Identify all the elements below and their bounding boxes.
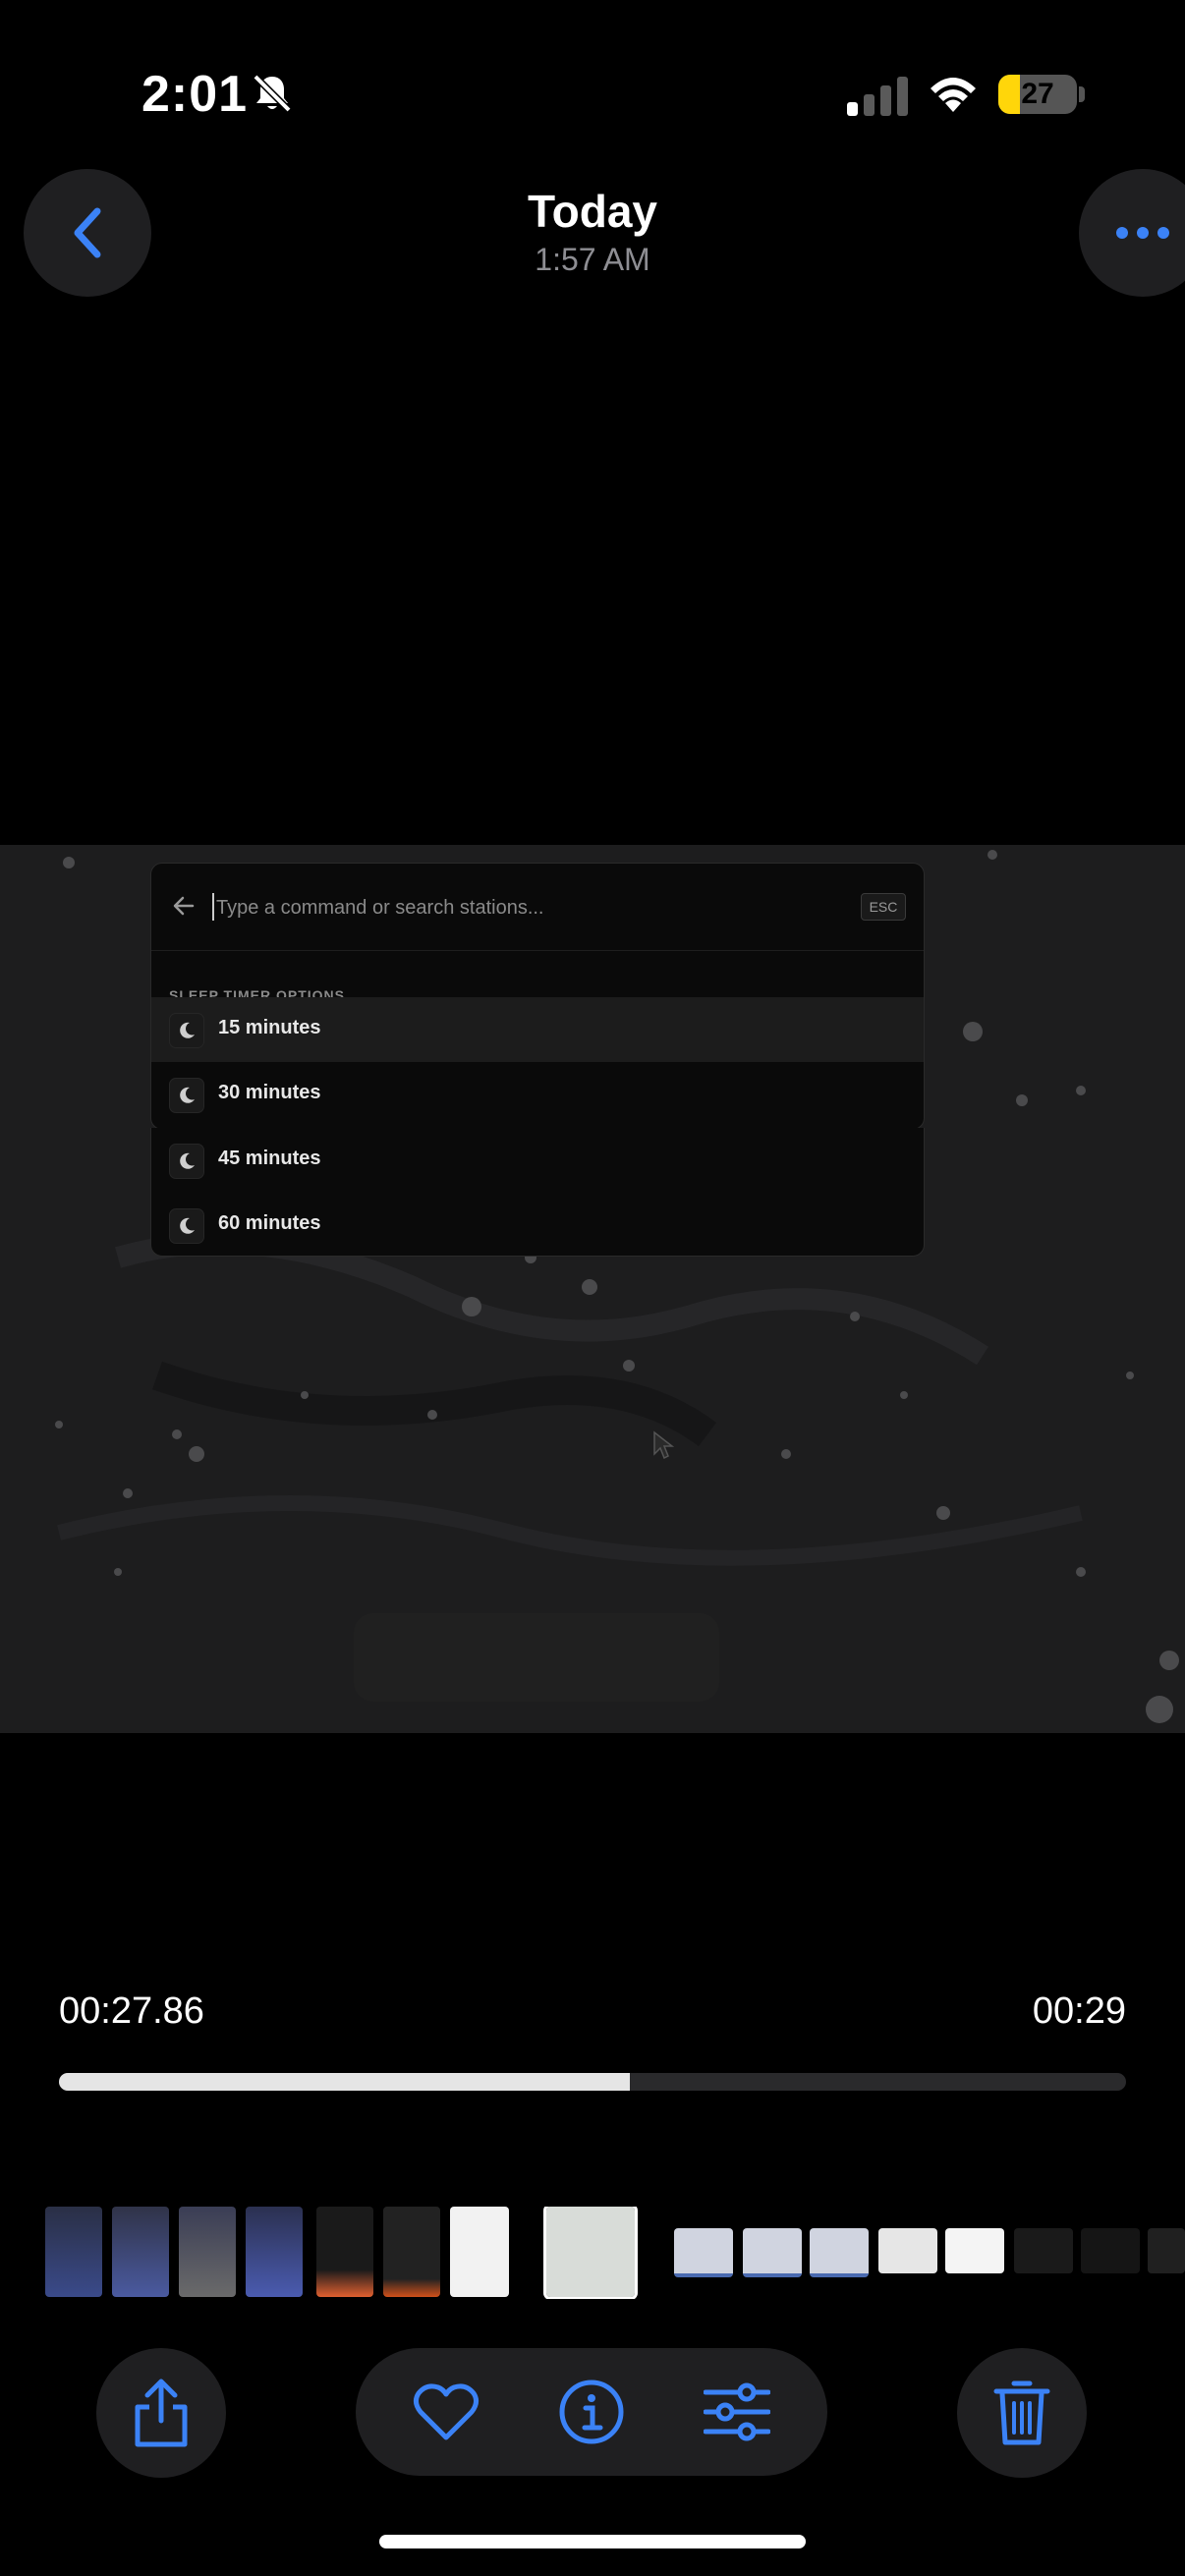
delete-button[interactable] <box>957 2348 1087 2478</box>
thumbnail[interactable] <box>112 2207 169 2297</box>
thumbnail[interactable] <box>450 2207 509 2297</box>
thumbnail[interactable] <box>945 2228 1004 2273</box>
ellipsis-icon <box>1116 227 1169 239</box>
share-icon <box>135 2379 188 2447</box>
sliders-icon <box>704 2382 770 2441</box>
trash-icon <box>993 2380 1050 2445</box>
battery-level: 27 <box>1021 78 1054 110</box>
scrubber-progress <box>59 2073 630 2091</box>
sleep-timer-option-60[interactable]: 60 minutes <box>151 1193 924 1256</box>
duration-time: 00:29 <box>1032 1990 1126 2032</box>
battery-cap <box>1079 86 1085 102</box>
thumbnail[interactable] <box>179 2207 236 2297</box>
page-title: Today <box>527 186 658 237</box>
sleep-timer-option-45[interactable]: 45 minutes <box>151 1128 924 1193</box>
thumbnail[interactable] <box>674 2228 733 2277</box>
elapsed-time: 00:27.86 <box>59 1990 204 2032</box>
esc-key-badge: ESC <box>861 893 906 921</box>
bell-slash-icon <box>250 71 295 116</box>
option-label: 15 minutes <box>218 1017 321 1038</box>
video-scrubber[interactable] <box>59 2073 1126 2091</box>
heart-icon <box>413 2383 480 2440</box>
option-label: 30 minutes <box>218 1082 321 1103</box>
home-indicator[interactable] <box>379 2535 806 2548</box>
favorite-button[interactable] <box>411 2377 481 2447</box>
thumbnail[interactable] <box>878 2228 937 2273</box>
command-search-bar: ESC <box>151 864 924 951</box>
option-label: 60 minutes <box>218 1212 321 1234</box>
command-palette: ESC SLEEP TIMER OPTIONS 15 minutes 30 mi… <box>150 863 925 1130</box>
info-button[interactable] <box>556 2377 627 2447</box>
thumbnail[interactable] <box>810 2228 869 2277</box>
thumbnail[interactable] <box>316 2207 373 2297</box>
thumbnail[interactable] <box>1081 2228 1140 2273</box>
thumbnail[interactable] <box>246 2207 303 2297</box>
thumbnail[interactable] <box>743 2228 802 2277</box>
sleep-timer-option-30[interactable]: 30 minutes <box>151 1062 924 1127</box>
thumbnail-strip[interactable] <box>0 2207 1185 2299</box>
moon-icon <box>169 1208 204 1244</box>
blurred-player-bar <box>354 1613 719 1702</box>
thumbnail-selected[interactable] <box>543 2207 638 2299</box>
thumbnail[interactable] <box>1014 2228 1073 2273</box>
option-label: 45 minutes <box>218 1148 321 1169</box>
battery-icon: 27 <box>998 75 1077 114</box>
command-search-input[interactable] <box>214 887 808 928</box>
thumbnail[interactable] <box>1148 2228 1185 2273</box>
mouse-cursor-icon <box>653 1430 674 1460</box>
moon-icon <box>169 1078 204 1113</box>
sleep-timer-option-15[interactable]: 15 minutes <box>151 997 924 1062</box>
adjust-button[interactable] <box>702 2377 772 2447</box>
command-palette-lower: 45 minutes 60 minutes <box>150 1128 925 1257</box>
arrow-left-icon[interactable] <box>171 893 197 919</box>
cellular-signal-icon <box>847 75 910 116</box>
thumbnail[interactable] <box>383 2207 440 2297</box>
status-time: 2:01 <box>141 66 249 123</box>
moon-icon <box>169 1144 204 1179</box>
action-group <box>356 2348 827 2476</box>
thumbnail[interactable] <box>45 2207 102 2297</box>
share-button[interactable] <box>96 2348 226 2478</box>
moon-icon <box>169 1013 204 1048</box>
video-frame[interactable]: ESC SLEEP TIMER OPTIONS 15 minutes 30 mi… <box>0 845 1185 1733</box>
wifi-icon <box>928 73 979 114</box>
page-subtitle: 1:57 AM <box>535 242 650 277</box>
info-icon <box>559 2380 624 2444</box>
